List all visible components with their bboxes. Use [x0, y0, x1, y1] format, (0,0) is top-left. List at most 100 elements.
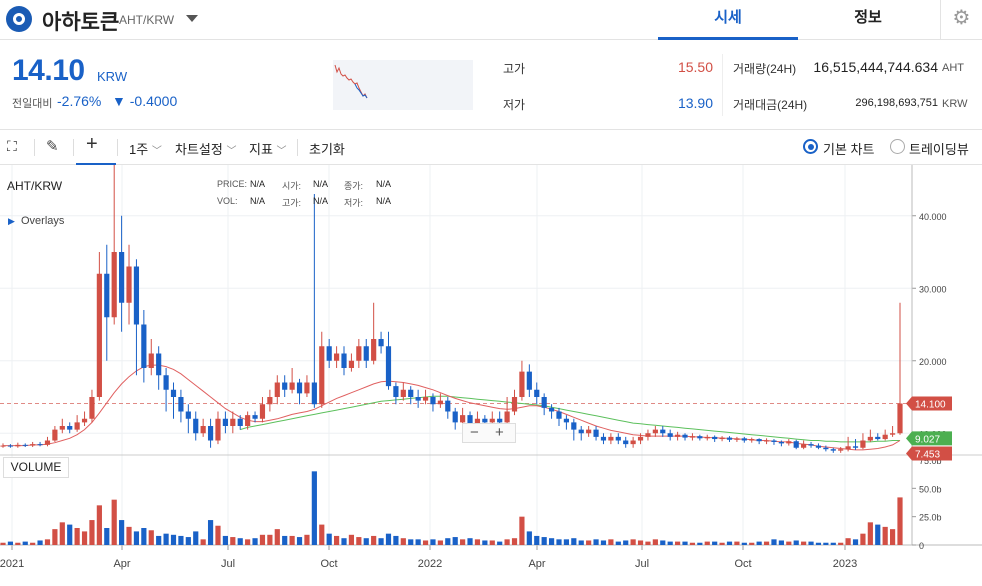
crosshair-icon[interactable]: +	[86, 133, 98, 156]
volume-bar	[704, 541, 710, 545]
volume-bar	[600, 540, 607, 545]
tab-quote[interactable]: 시세	[658, 0, 798, 40]
volume-bar	[400, 538, 406, 545]
reset-button[interactable]: 초기화	[309, 139, 345, 158]
info-open: N/A	[313, 179, 329, 189]
candle-body	[623, 440, 629, 445]
volume-bar	[852, 539, 859, 545]
indicators-menu[interactable]: 지표 ﹀	[249, 139, 287, 158]
volume-bar	[452, 537, 458, 545]
volume-bar	[660, 540, 666, 545]
candle-body	[482, 418, 488, 423]
volume-bar	[608, 539, 614, 545]
candle-body	[645, 433, 651, 437]
candle-body	[0, 445, 6, 447]
price-chart[interactable]: 2021 Apr Jul Oct 2022 Apr Jul Oct 2023 40.000 30.0…	[0, 165, 982, 581]
volume-bar	[586, 540, 592, 545]
ma-long-label: 9.027	[915, 434, 940, 445]
volume-bar	[274, 529, 280, 545]
volume-bar	[74, 528, 80, 545]
candle-body	[741, 438, 747, 441]
candle-body	[422, 397, 429, 401]
volume-bar	[801, 541, 807, 545]
chart-settings-menu[interactable]: 차트설정 ﹀	[175, 139, 236, 158]
volume-bar	[534, 535, 540, 545]
candle-body	[326, 346, 332, 361]
volume-bar	[89, 520, 95, 545]
volume-bar	[111, 499, 117, 545]
play-icon: ▶	[8, 216, 15, 226]
candle-body	[163, 375, 169, 390]
candle-body	[7, 445, 14, 447]
basic-chart-label[interactable]: 기본 차트	[823, 139, 874, 158]
volume-bar	[504, 539, 510, 545]
volume-bar	[371, 535, 377, 545]
stats-divider	[722, 54, 723, 116]
candle-body	[578, 429, 584, 434]
candle-body	[756, 439, 762, 442]
volume-bar	[467, 538, 473, 545]
y-tick-label: 40.000	[919, 212, 947, 222]
candle-body	[393, 386, 399, 397]
volume-bar	[311, 471, 317, 545]
volume-bar	[815, 542, 822, 545]
candle-body	[667, 433, 673, 437]
candle-body	[460, 415, 466, 423]
volume-bar	[823, 542, 829, 545]
x-tick-label: Oct	[320, 558, 337, 570]
x-tick-label: Jul	[635, 558, 649, 570]
candle-body	[296, 382, 303, 394]
candle-body	[489, 418, 495, 423]
candle-body	[237, 418, 243, 426]
coin-pair[interactable]: AHT/KRW	[119, 13, 174, 27]
zoom-in-button[interactable]: +	[495, 424, 504, 441]
interval-select[interactable]: 1주 ﹀	[129, 139, 162, 158]
basic-chart-radio[interactable]	[803, 139, 818, 154]
fullscreen-icon[interactable]: ⛶	[7, 138, 17, 155]
volume-bar	[422, 540, 429, 545]
candle-body	[571, 422, 577, 430]
info-open-label: 시가:	[282, 181, 302, 191]
overlays-toggle[interactable]: ▶ Overlays	[8, 215, 64, 227]
gear-icon[interactable]: ⚙	[940, 0, 982, 40]
info-low: N/A	[376, 196, 392, 206]
volume-bar	[59, 522, 65, 545]
chart-area[interactable]: 2021 Apr Jul Oct 2022 Apr Jul Oct 2023 40.000 30.0…	[0, 165, 982, 581]
volume-bar	[259, 534, 266, 545]
volume-bar	[163, 533, 169, 545]
coin-name[interactable]: 아하토큰	[42, 6, 119, 36]
candle-body	[815, 445, 822, 448]
candle-body	[526, 371, 532, 390]
tab-info[interactable]: 정보	[798, 0, 938, 40]
candle-body	[749, 439, 755, 441]
volume-bar	[30, 542, 36, 545]
candle-body	[771, 440, 777, 442]
coin-dropdown-icon[interactable]	[186, 15, 198, 22]
volume-bar	[67, 524, 73, 545]
volume-bar	[304, 534, 310, 545]
volume-bar	[786, 541, 792, 545]
volume-bar	[875, 524, 881, 545]
candle-body	[356, 346, 362, 361]
volume-bar	[104, 528, 110, 545]
pencil-icon[interactable]: ✎	[46, 137, 59, 155]
candle-body	[504, 411, 510, 423]
volume-bar	[793, 540, 799, 545]
candle-body	[763, 440, 770, 442]
volume-bar	[734, 541, 740, 545]
volume-bar	[630, 539, 636, 545]
zoom-out-button[interactable]: −	[470, 424, 479, 441]
candle-body	[600, 436, 607, 441]
candle-body	[111, 252, 117, 318]
volume-bar	[52, 529, 58, 545]
candle-body	[274, 382, 280, 397]
candle-body	[726, 437, 733, 440]
x-tick-label: Oct	[734, 558, 751, 570]
candle-body	[259, 404, 266, 419]
volume-bar	[726, 541, 733, 545]
trading-view-label[interactable]: 트레이딩뷰	[909, 139, 969, 158]
volume-label: 거래량(24H)	[733, 62, 797, 76]
volume-bar	[511, 538, 518, 545]
trading-view-radio[interactable]	[890, 139, 905, 154]
candle-body	[889, 433, 896, 435]
